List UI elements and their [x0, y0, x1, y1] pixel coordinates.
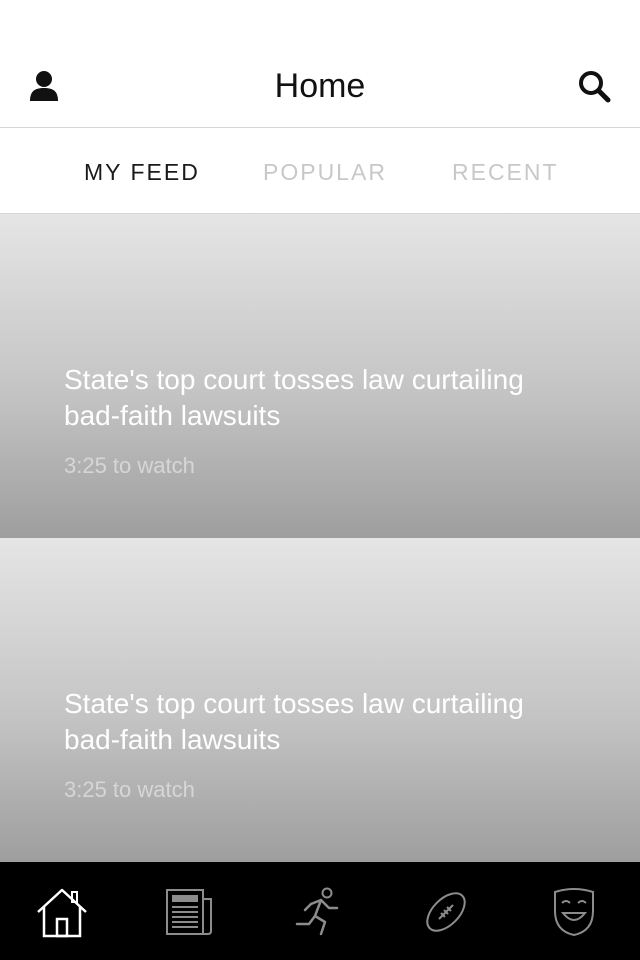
header: Home [0, 0, 640, 128]
card-headline: State's top court tosses law curtailing … [64, 688, 524, 755]
tabbar-football[interactable] [416, 882, 476, 942]
search-button[interactable] [574, 66, 614, 106]
feed-card[interactable]: State's top court tosses law curtailing … [0, 214, 640, 538]
card-headline: State's top court tosses law curtailing … [64, 364, 524, 431]
football-icon [426, 892, 466, 932]
feed-card[interactable]: State's top court tosses law curtailing … [0, 538, 640, 862]
card-duration: 3:25 to watch [64, 453, 195, 478]
running-person-icon [295, 887, 339, 936]
tab-popular[interactable]: POPULAR [263, 158, 387, 186]
theater-mask-icon [554, 888, 594, 937]
card-duration: 3:25 to watch [64, 777, 195, 802]
tabbar-news[interactable] [160, 882, 220, 942]
tabbar-sports[interactable] [288, 882, 348, 942]
search-icon [579, 71, 611, 103]
home-icon [37, 888, 87, 938]
app-screen: Home MY FEED POPULAR RECENT State's top … [0, 0, 640, 960]
newspaper-icon [166, 889, 212, 935]
tabbar-home[interactable] [32, 882, 92, 942]
tab-recent[interactable]: RECENT [452, 158, 559, 186]
bottom-tab-bar [0, 862, 640, 960]
feed-tabs: MY FEED POPULAR RECENT [0, 128, 640, 214]
tab-my-feed[interactable]: MY FEED [84, 158, 200, 186]
tabbar-entertainment[interactable] [544, 882, 604, 942]
page-title: Home [274, 67, 366, 105]
